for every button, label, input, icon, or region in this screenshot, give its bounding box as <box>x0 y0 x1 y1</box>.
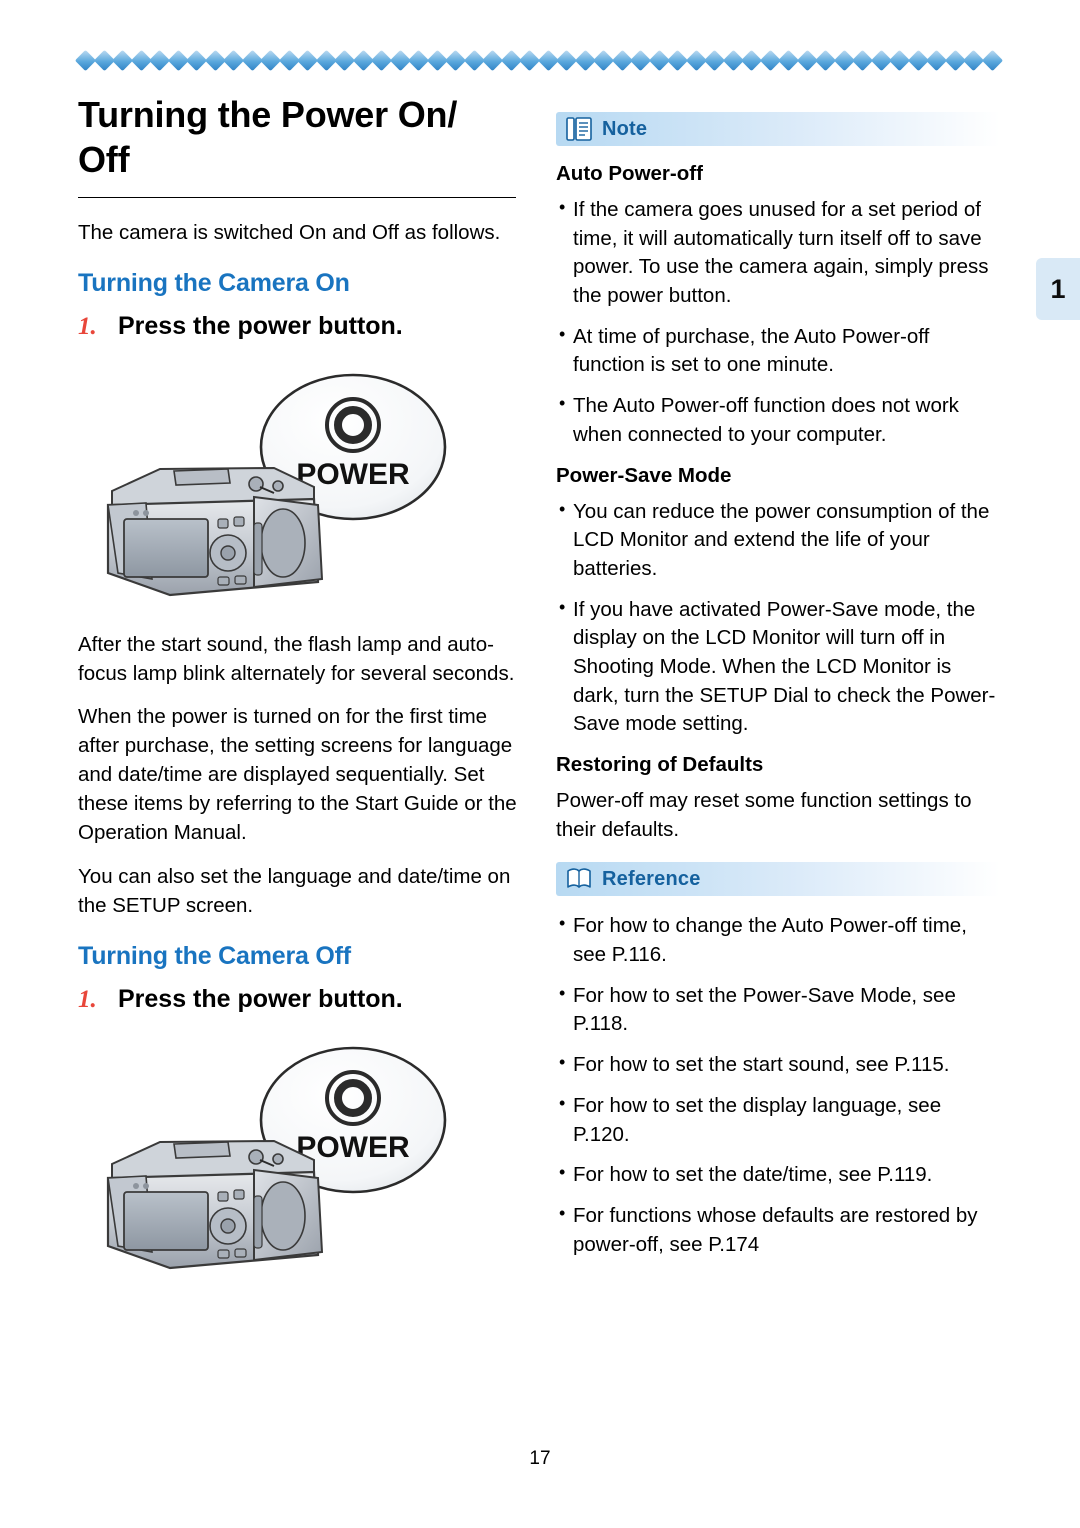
diamond-icon <box>370 49 393 71</box>
decorative-dot-band <box>74 48 1003 72</box>
diamond-icon <box>333 49 356 71</box>
heading-power-save-mode: Power-Save Mode <box>556 463 732 487</box>
page-number: 17 <box>529 1448 551 1469</box>
list-item: For how to set the start sound, see P.11… <box>556 1050 1000 1080</box>
camera-illustration-power-off: POWER <box>78 1020 518 1295</box>
diamond-icon <box>962 49 985 71</box>
intro-paragraph: The camera is switched On and Off as fol… <box>78 220 501 244</box>
book-icon <box>556 862 602 896</box>
diamond-icon <box>148 49 171 71</box>
step-turning-off: 1. Press the power button. <box>78 985 518 1014</box>
heading-restoring-defaults: Restoring of Defaults <box>556 753 764 776</box>
diamond-icon <box>666 49 689 71</box>
step-turning-on: 1. Press the power button. <box>78 312 518 341</box>
list-item: For how to set the display language, see… <box>556 1091 1000 1149</box>
diamond-icon <box>925 49 948 71</box>
step-number: 1. <box>78 312 97 340</box>
diamond-icon <box>888 49 911 71</box>
diamond-icon <box>592 49 615 71</box>
diamond-icon <box>259 49 282 71</box>
list-item: For how to change the Auto Power-off tim… <box>556 911 1000 969</box>
reference-list: For how to change the Auto Power-off tim… <box>556 911 1000 1259</box>
list-item: The Auto Power-off function does not wor… <box>556 391 1000 449</box>
auto-power-off-list: If the camera goes unused for a set peri… <box>556 195 1000 450</box>
diamond-icon <box>518 49 541 71</box>
note-banner: Note <box>556 112 1000 146</box>
diamond-icon <box>851 49 874 71</box>
power-save-list: You can reduce the power consumption of … <box>556 496 1000 740</box>
camera-power-on-svg: POWER <box>106 373 447 596</box>
diamond-icon <box>555 49 578 71</box>
step-number: 1. <box>78 985 97 1013</box>
diamond-icon <box>481 49 504 71</box>
note-pad-icon <box>556 112 602 146</box>
step-label: Press the power button. <box>118 311 403 340</box>
camera-power-off-svg: POWER <box>106 1046 447 1269</box>
chapter-tab-number: 1 <box>1050 273 1066 304</box>
right-column: Note Auto Power-off If the camera goes u… <box>556 112 1000 1273</box>
list-item: For how to set the Power-Save Mode, see … <box>556 981 1000 1039</box>
list-item: For functions whose defaults are restore… <box>556 1201 1000 1259</box>
diamond-icon <box>814 49 837 71</box>
left-column: Turning the Power On/ Off The camera is … <box>78 92 518 1303</box>
section-heading-turning-off: Turning the Camera Off <box>78 941 351 970</box>
diamond-icon <box>981 49 1003 71</box>
diamond-icon <box>629 49 652 71</box>
paragraph-setup-screen: You can also set the language and date/t… <box>78 864 511 917</box>
reference-banner: Reference <box>556 862 1000 897</box>
restoring-defaults-text: Power-off may reset some function settin… <box>556 789 972 841</box>
step-label: Press the power button. <box>118 984 403 1013</box>
paragraph-after-start-sound: After the start sound, the flash lamp an… <box>78 632 515 685</box>
heading-auto-power-off: Auto Power-off <box>556 162 703 185</box>
diamond-icon <box>740 49 763 71</box>
camera-illustration-power-on: POWER <box>78 347 518 622</box>
diamond-icon <box>111 49 134 71</box>
chapter-tab: 1 <box>1036 258 1080 320</box>
paragraph-first-time-setup: When the power is turned on for the firs… <box>78 705 517 845</box>
diamond-icon <box>444 49 467 71</box>
section-heading-turning-on: Turning the Camera On <box>78 268 350 297</box>
list-item: For how to set the date/time, see P.119. <box>556 1160 1000 1190</box>
list-item: At time of purchase, the Auto Power-off … <box>556 322 1000 380</box>
list-item: If the camera goes unused for a set peri… <box>556 195 1000 311</box>
diamond-icon <box>74 49 97 71</box>
diamond-icon <box>222 49 245 71</box>
diamond-icon <box>185 49 208 71</box>
page-title: Turning the Power On/ Off <box>78 94 458 181</box>
diamond-icon <box>296 49 319 71</box>
diamond-icon <box>407 49 430 71</box>
reference-banner-label: Reference <box>602 867 701 890</box>
diamond-icon <box>777 49 800 71</box>
title-divider <box>78 196 516 198</box>
list-item: If you have activated Power-Save mode, t… <box>556 595 1000 739</box>
diamond-icon <box>703 49 726 71</box>
list-item: You can reduce the power consumption of … <box>556 496 1000 584</box>
note-banner-label: Note <box>602 117 648 140</box>
